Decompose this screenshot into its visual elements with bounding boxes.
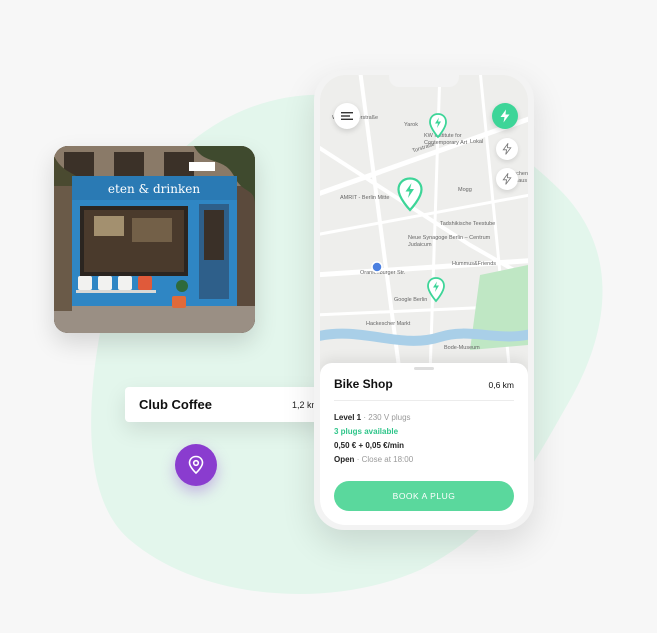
phone-notch xyxy=(389,75,459,87)
sheet-divider xyxy=(334,400,514,401)
map-view[interactable]: Yarok Lokal KW Institute for Contemporar… xyxy=(320,75,528,375)
charger-type-button[interactable] xyxy=(496,138,518,160)
place-name: Club Coffee xyxy=(139,397,212,412)
menu-button[interactable] xyxy=(334,103,360,129)
bolt-icon xyxy=(397,177,423,212)
charger-type-button[interactable] xyxy=(496,168,518,190)
book-plug-button[interactable]: BOOK A PLUG xyxy=(334,481,514,511)
plugs-available: 3 plugs available xyxy=(334,427,399,436)
bolt-icon xyxy=(500,109,510,123)
bolt-icon xyxy=(502,173,512,185)
station-title: Bike Shop xyxy=(334,377,393,391)
charger-filter-button[interactable] xyxy=(492,103,518,129)
storefront-sign: eten & drinken xyxy=(108,182,200,196)
sheet-drag-handle[interactable] xyxy=(414,367,434,370)
bolt-icon xyxy=(429,113,447,139)
bolt-icon xyxy=(427,277,445,303)
map-label-google: Google Berlin xyxy=(394,297,428,303)
charger-pin[interactable] xyxy=(426,277,446,303)
storefront-photo: eten & drinken xyxy=(54,146,255,333)
location-pin-button[interactable] xyxy=(175,444,217,486)
bolt-icon xyxy=(502,143,512,155)
map-label-hackescher: Hackescher Markt xyxy=(366,321,411,327)
place-card[interactable]: Club Coffee 1,2 km xyxy=(125,387,333,422)
opening-status: Open · Close at 18:00 xyxy=(334,455,413,464)
map-label-amrit: AMRIT - Berlin Mitte xyxy=(340,195,390,201)
level-label: Level 1 xyxy=(334,413,362,422)
promo-stage: eten & drinken Club Coffee 1,2 km Yarok … xyxy=(0,0,657,633)
level-info: Level 1 · 230 V plugs xyxy=(334,413,411,422)
map-label-teestube: Tadshikische Teestube xyxy=(440,221,496,227)
price-info: 0,50 € + 0,05 €/min xyxy=(334,441,405,450)
station-details-sheet: Bike Shop 0,6 km Level 1 · 230 V plugs 3… xyxy=(320,363,528,525)
user-location-icon xyxy=(371,261,383,273)
status-label: Open xyxy=(334,455,355,464)
map-label-hummus: Hummus&Friends xyxy=(452,261,497,267)
station-distance: 0,6 km xyxy=(488,380,514,390)
user-location xyxy=(371,261,383,273)
menu-icon xyxy=(341,112,353,120)
status-detail: · Close at 18:00 xyxy=(356,455,414,464)
location-pin-icon xyxy=(188,455,204,475)
phone-screen: Yarok Lokal KW Institute for Contemporar… xyxy=(320,75,528,525)
charger-pin-selected[interactable] xyxy=(396,177,424,213)
map-label-bode: Bode-Museum xyxy=(444,345,480,351)
level-detail: · 230 V plugs xyxy=(363,413,411,422)
phone-mockup: Yarok Lokal KW Institute for Contemporar… xyxy=(314,70,534,530)
map-label-synagoge: Neue Synagoge Berlin – Centrum Judaicum xyxy=(408,235,491,248)
map-label-yarok: Yarok xyxy=(404,122,418,128)
charger-pin[interactable] xyxy=(428,113,448,139)
map-label-mogg: Mogg xyxy=(458,187,472,193)
